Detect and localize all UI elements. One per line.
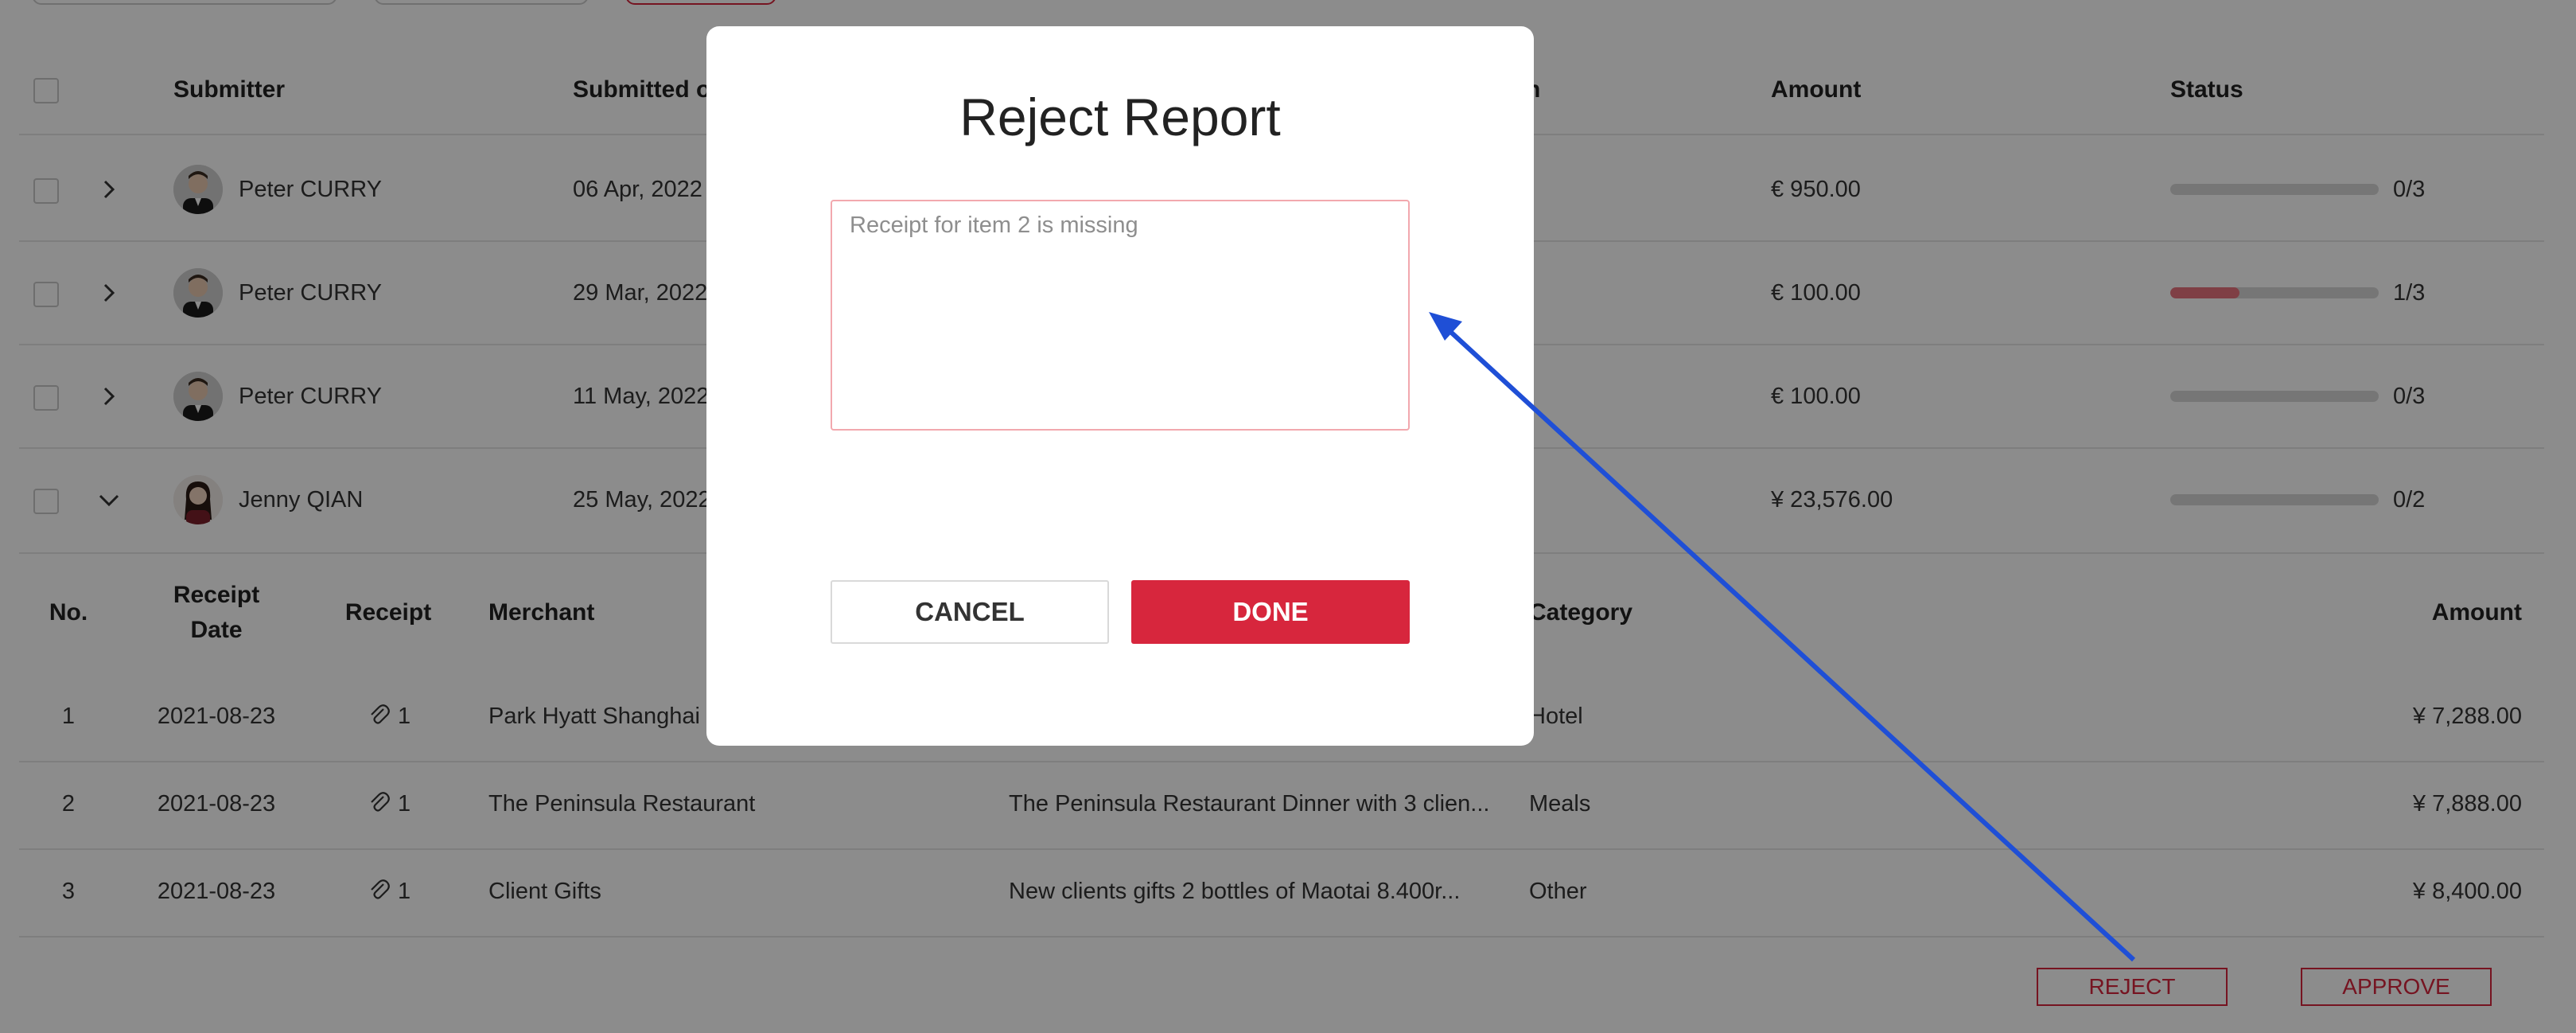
cancel-button[interactable]: CANCEL (831, 580, 1109, 644)
reject-report-dialog: Reject Report CANCEL DONE (706, 26, 1534, 746)
expense-approval-page: Submitter Submitted o n Amount Status Pe… (0, 0, 2576, 1033)
dialog-title: Reject Report (959, 88, 1281, 146)
reject-reason-textarea[interactable] (831, 200, 1410, 431)
done-button[interactable]: DONE (1131, 580, 1410, 644)
